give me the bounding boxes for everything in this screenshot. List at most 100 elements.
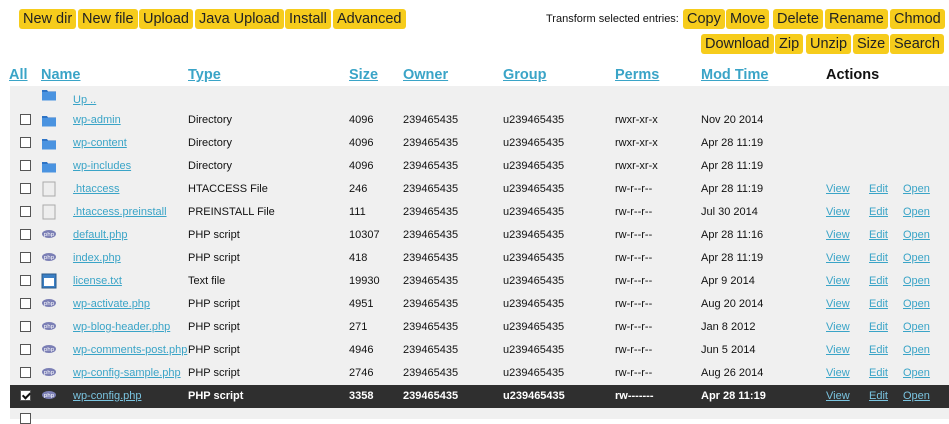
php-icon: php (42, 391, 56, 399)
text-file-icon (41, 273, 57, 289)
file-group-cell: u239465435 (503, 298, 565, 310)
edit-action-link[interactable]: Edit (869, 298, 888, 310)
edit-action-link[interactable]: Edit (869, 206, 888, 218)
file-name-link[interactable]: wp-includes (73, 160, 131, 172)
edit-action-link[interactable]: Edit (869, 390, 888, 402)
edit-action-link[interactable]: Edit (869, 252, 888, 264)
sort-by-owner-link[interactable]: Owner (403, 67, 448, 83)
view-action-link[interactable]: View (826, 367, 850, 379)
file-group-cell: u239465435 (503, 275, 565, 287)
sort-by-name-link[interactable]: Name (41, 67, 81, 83)
file-name-link[interactable]: wp-comments-post.php (73, 344, 187, 356)
size-button[interactable]: Size (853, 34, 890, 54)
sort-by-group-link[interactable]: Group (503, 67, 547, 83)
file-type-cell: PHP script (188, 390, 244, 402)
file-mtime-cell: Apr 28 11:19 (701, 160, 764, 172)
view-action-link[interactable]: View (826, 183, 850, 195)
file-name-link[interactable]: default.php (73, 229, 127, 241)
install-button[interactable]: Install (285, 9, 331, 29)
edit-action-link[interactable]: Edit (869, 229, 888, 241)
file-name-link[interactable]: wp-config.php (73, 390, 142, 402)
row-checkbox[interactable] (20, 275, 31, 286)
view-action-link[interactable]: View (826, 206, 850, 218)
row-checkbox[interactable] (20, 252, 31, 263)
open-action-link[interactable]: Open (903, 367, 930, 379)
view-action-link[interactable]: View (826, 298, 850, 310)
file-size-cell: 4096 (349, 137, 374, 149)
java-upload-button[interactable]: Java Upload (195, 9, 284, 29)
file-mtime-cell: Aug 26 2014 (701, 367, 764, 379)
select-all-link[interactable]: All (9, 67, 28, 83)
search-button[interactable]: Search (890, 34, 944, 54)
edit-action-link[interactable]: Edit (869, 183, 888, 195)
copy-button[interactable]: Copy (683, 9, 725, 29)
open-action-link[interactable]: Open (903, 275, 930, 287)
open-action-link[interactable]: Open (903, 206, 930, 218)
row-checkbox[interactable] (20, 321, 31, 332)
sort-by-perms-link[interactable]: Perms (615, 67, 659, 83)
upload-button[interactable]: Upload (139, 9, 193, 29)
row-checkbox[interactable] (20, 298, 31, 309)
open-action-link[interactable]: Open (903, 344, 930, 356)
row-checkbox[interactable] (20, 229, 31, 240)
file-name-link[interactable]: license.txt (73, 275, 122, 287)
new-file-button[interactable]: New file (78, 9, 138, 29)
zip-button[interactable]: Zip (775, 34, 804, 54)
row-checkbox[interactable] (20, 344, 31, 355)
edit-action-link[interactable]: Edit (869, 344, 888, 356)
table-row: license.txt Text file 19930 239465435 u23946… (10, 270, 949, 293)
row-checkbox[interactable] (20, 114, 31, 125)
view-action-link[interactable]: View (826, 344, 850, 356)
table-row: php default.php PHP script 10307 239465435 u2… (10, 224, 949, 247)
file-perms-cell: rw-r--r-- (615, 344, 653, 356)
file-group-cell: u239465435 (503, 344, 565, 356)
file-perms-cell: rw-r--r-- (615, 252, 653, 264)
move-button[interactable]: Move (726, 9, 770, 29)
file-type-cell: Directory (188, 160, 233, 172)
sort-by-mod-time-link[interactable]: Mod Time (701, 67, 768, 83)
edit-action-link[interactable]: Edit (869, 367, 888, 379)
row-checkbox[interactable] (20, 367, 31, 378)
view-action-link[interactable]: View (826, 321, 850, 333)
chmod-button[interactable]: Chmod (890, 9, 945, 29)
open-action-link[interactable]: Open (903, 252, 930, 264)
row-checkbox[interactable] (20, 183, 31, 194)
row-checkbox[interactable] (20, 206, 31, 217)
rename-button[interactable]: Rename (825, 9, 888, 29)
file-mtime-cell: Apr 9 2014 (701, 275, 755, 287)
sort-by-size-link[interactable]: Size (349, 67, 378, 83)
view-action-link[interactable]: View (826, 229, 850, 241)
file-name-link[interactable]: .htaccess.preinstall (73, 206, 167, 218)
file-name-link[interactable]: wp-activate.php (73, 298, 150, 310)
edit-action-link[interactable]: Edit (869, 275, 888, 287)
view-action-link[interactable]: View (826, 252, 850, 264)
open-action-link[interactable]: Open (903, 298, 930, 310)
file-group-cell: u239465435 (503, 229, 565, 241)
download-button[interactable]: Download (701, 34, 774, 54)
advanced-button[interactable]: Advanced (333, 9, 406, 29)
view-action-link[interactable]: View (826, 390, 850, 402)
open-action-link[interactable]: Open (903, 390, 930, 402)
edit-action-link[interactable]: Edit (869, 321, 888, 333)
file-name-link[interactable]: wp-content (73, 137, 127, 149)
file-name-link[interactable]: wp-config-sample.php (73, 367, 181, 379)
view-action-link[interactable]: View (826, 275, 850, 287)
file-name-link[interactable]: .htaccess (73, 183, 119, 195)
row-checkbox[interactable] (20, 390, 31, 401)
file-group-cell: u239465435 (503, 252, 565, 264)
sort-by-type-link[interactable]: Type (188, 67, 221, 83)
file-name-link[interactable]: wp-admin (73, 114, 121, 126)
unzip-button[interactable]: Unzip (806, 34, 852, 54)
delete-button[interactable]: Delete (773, 9, 823, 29)
row-checkbox[interactable] (20, 160, 31, 171)
open-action-link[interactable]: Open (903, 321, 930, 333)
open-action-link[interactable]: Open (903, 183, 930, 195)
open-action-link[interactable]: Open (903, 229, 930, 241)
php-icon: php (42, 253, 56, 261)
new-dir-button[interactable]: New dir (19, 9, 77, 29)
file-size-cell: 3358 (349, 390, 374, 402)
file-name-link[interactable]: wp-blog-header.php (73, 321, 170, 333)
file-name-link[interactable]: index.php (73, 252, 121, 264)
row-checkbox[interactable] (20, 137, 31, 148)
up-directory-link[interactable]: Up .. (73, 94, 96, 106)
